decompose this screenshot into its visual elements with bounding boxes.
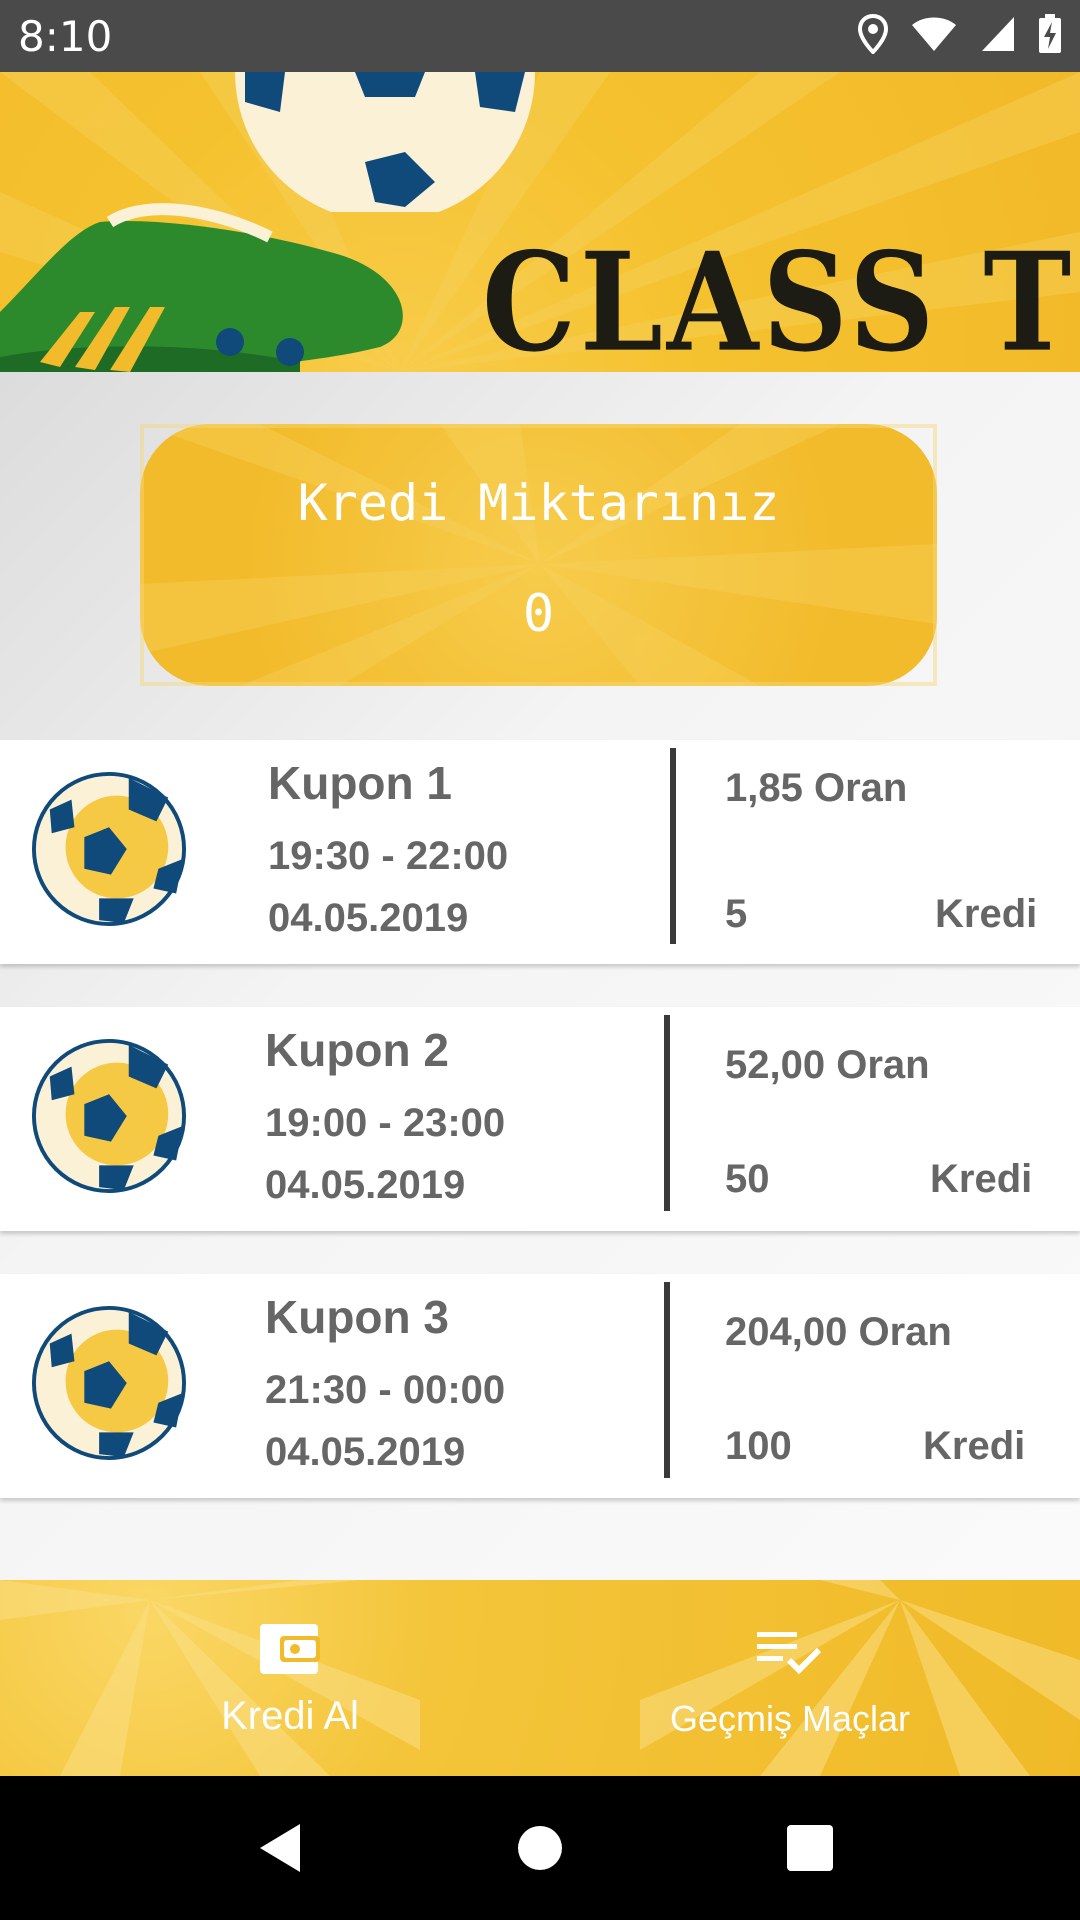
nav-label-gecmis-maclar: Geçmiş Maçlar bbox=[669, 1698, 911, 1739]
credit-value: 0 bbox=[522, 584, 555, 644]
soccer-ball-icon bbox=[31, 1305, 187, 1461]
credit-title: Kredi Miktarınız bbox=[297, 474, 780, 532]
coupon-name: Kupon 1 bbox=[268, 757, 452, 809]
status-time: 8:10 bbox=[18, 12, 113, 61]
signal-icon bbox=[982, 17, 1014, 51]
coupon-unit: Kredi bbox=[930, 1157, 1033, 1201]
wifi-icon bbox=[912, 17, 956, 51]
coupon-name: Kupon 3 bbox=[265, 1291, 449, 1343]
coupon-unit: Kredi bbox=[935, 892, 1038, 936]
home-icon bbox=[518, 1826, 562, 1870]
nav-item-kredi-al[interactable]: Kredi Al bbox=[140, 1580, 440, 1776]
coupon-time: 19:00 - 23:00 bbox=[265, 1101, 506, 1145]
recents-button[interactable] bbox=[760, 1776, 860, 1920]
coupon-name: Kupon 2 bbox=[265, 1024, 449, 1076]
coupon-price: 5 bbox=[725, 892, 748, 936]
coupon-divider bbox=[670, 748, 676, 944]
status-icons bbox=[858, 14, 1062, 54]
football-boot-icon bbox=[0, 203, 403, 372]
back-button[interactable] bbox=[230, 1776, 330, 1920]
home-button[interactable] bbox=[490, 1776, 590, 1920]
coupon-card[interactable]: Kupon 1 19:30 - 22:00 04.05.2019 1,85 Or… bbox=[0, 740, 1080, 964]
nav-item-gecmis-maclar[interactable]: Geçmiş Maçlar bbox=[620, 1580, 960, 1776]
soccer-ball-icon bbox=[31, 771, 187, 927]
system-navigation-bar bbox=[0, 1776, 1080, 1920]
coupon-odds: 204,00 Oran bbox=[725, 1310, 952, 1354]
credit-card-rays bbox=[140, 424, 937, 686]
coupon-card[interactable]: Kupon 2 19:00 - 23:00 04.05.2019 52,00 O… bbox=[0, 1007, 1080, 1231]
main-content: Kredi Miktarınız 0 Kupon 1 19:30 - 22:00… bbox=[0, 372, 1080, 1580]
recents-icon bbox=[787, 1825, 833, 1871]
coupon-divider bbox=[664, 1282, 670, 1478]
battery-charging-icon bbox=[1039, 14, 1061, 53]
nav-label-kredi-al: Kredi Al bbox=[221, 1694, 359, 1738]
location-icon bbox=[858, 14, 888, 54]
coupon-time: 21:30 - 00:00 bbox=[265, 1368, 506, 1412]
soccer-ball-icon bbox=[235, 72, 535, 212]
coupon-odds: 52,00 Oran bbox=[725, 1043, 930, 1087]
back-icon bbox=[260, 1824, 300, 1872]
coupon-divider bbox=[664, 1015, 670, 1211]
coupon-unit: Kredi bbox=[923, 1424, 1026, 1468]
soccer-ball-icon bbox=[31, 1038, 187, 1194]
coupon-price: 50 bbox=[725, 1157, 770, 1201]
coupon-price: 100 bbox=[725, 1424, 792, 1468]
coupon-date: 04.05.2019 bbox=[268, 896, 469, 940]
coupon-card[interactable]: Kupon 3 21:30 - 00:00 04.05.2019 204,00 … bbox=[0, 1274, 1080, 1498]
coupon-date: 04.05.2019 bbox=[265, 1430, 466, 1474]
header-banner: CLASS TIPS bbox=[0, 72, 1080, 372]
coupon-time: 19:30 - 22:00 bbox=[268, 834, 509, 878]
coupon-date: 04.05.2019 bbox=[265, 1163, 466, 1207]
credit-card: Kredi Miktarınız 0 bbox=[140, 424, 937, 686]
app-title: CLASS TIPS bbox=[482, 222, 1080, 372]
wallet-icon bbox=[260, 1624, 320, 1674]
coupon-odds: 1,85 Oran bbox=[725, 766, 908, 810]
bottom-navigation: Kredi Al Geçmiş Maçlar bbox=[0, 1580, 1080, 1776]
status-bar: 8:10 bbox=[0, 0, 1080, 72]
playlist-check-icon bbox=[757, 1632, 822, 1675]
